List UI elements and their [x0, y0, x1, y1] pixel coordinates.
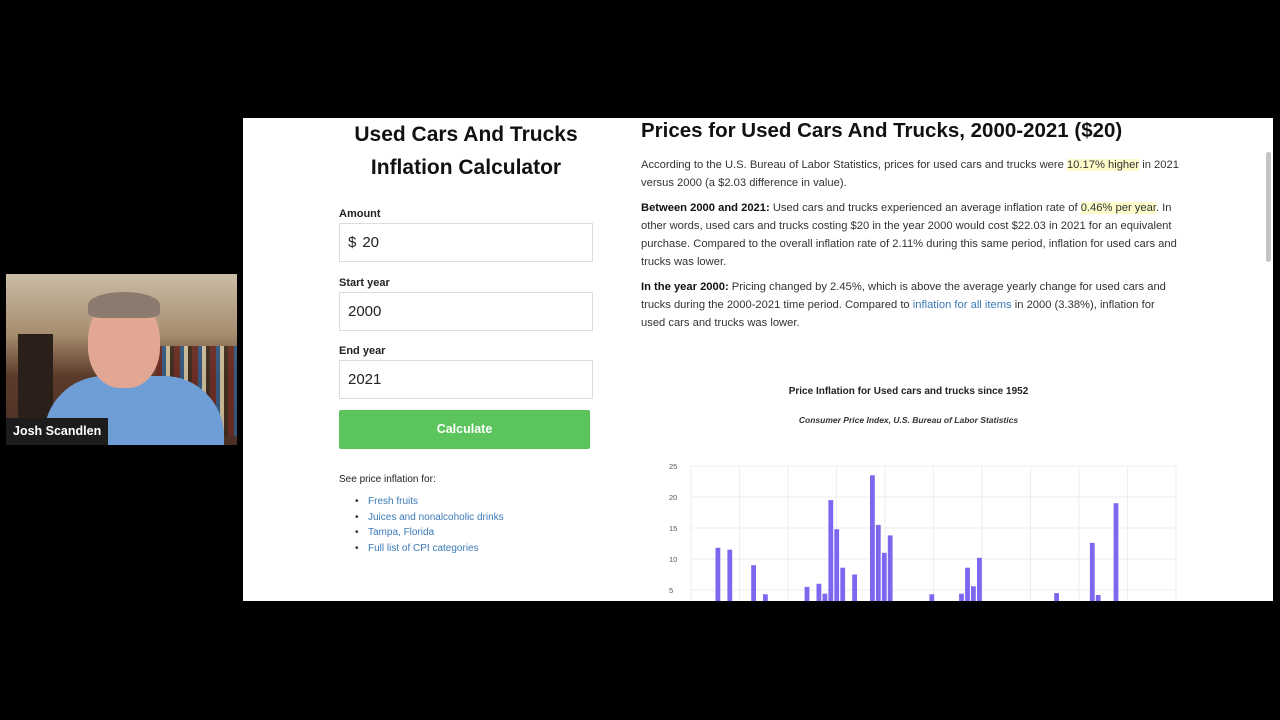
chart-bar-1975[interactable] — [840, 567, 846, 601]
article-title: Prices for Used Cars And Trucks, 2000-20… — [641, 119, 1123, 142]
amount-value: 20 — [362, 234, 380, 251]
chart-subtitle: Consumer Price Index, U.S. Bureau of Lab… — [798, 415, 1019, 425]
between-heading: Between 2000 and 2021: — [641, 202, 770, 215]
presenter-hair — [88, 292, 160, 318]
year-heading: In the year 2000: — [641, 281, 729, 294]
start-year-input[interactable]: 2000 — [339, 292, 593, 331]
summary-text-a: According to the U.S. Bureau of Labor St… — [641, 159, 1067, 171]
participant-name-tag: Josh Scandlen — [6, 418, 109, 445]
between-text-a: Used cars and trucks experienced an aver… — [769, 202, 1081, 215]
paragraph-between: Between 2000 and 2021: Used cars and tru… — [641, 200, 1181, 271]
link-all-items[interactable]: inflation for all items — [913, 299, 1012, 311]
calculate-button[interactable]: Calculate — [339, 410, 590, 449]
chart-bar-1982[interactable] — [881, 552, 887, 601]
link-tampa[interactable]: Tampa, Florida — [355, 525, 593, 541]
link-cpi-categories[interactable]: Full list of CPI categories — [355, 541, 593, 557]
chart-bar-1981[interactable] — [875, 524, 881, 601]
calculator-title-line1: Used Cars And Trucks — [354, 123, 578, 146]
link-fresh-fruits[interactable]: Fresh fruits — [355, 494, 593, 510]
chart-bar-1977[interactable] — [852, 574, 857, 602]
paragraph-summary: According to the U.S. Bureau of Labor St… — [641, 157, 1181, 192]
dollar-prefix: $ — [348, 234, 357, 251]
paragraph-year: In the year 2000: Pricing changed by 2.4… — [641, 279, 1181, 332]
start-year-value: 2000 — [348, 303, 382, 320]
chart-y-tick-label: 5 — [669, 586, 673, 595]
inflation-calculator: Used Cars And Trucks Inflation Calculato… — [339, 118, 593, 556]
chart-bar-2021[interactable] — [1113, 503, 1119, 601]
chart-y-tick-label: 25 — [669, 462, 677, 471]
chart-bar-1954[interactable] — [715, 547, 721, 601]
chart-bar-1980[interactable] — [870, 475, 875, 601]
chart-bar-1996[interactable] — [965, 567, 970, 601]
amount-label: Amount — [339, 208, 381, 220]
screen: Used Cars And Trucks Inflation Calculato… — [0, 0, 1280, 720]
calculator-title-line2: Inflation Calculator — [370, 156, 562, 179]
see-inflation-label: See price inflation for: — [339, 474, 436, 485]
inflation-chart: 25 20 15 10 5 Price Inflation for Used cars … — [641, 358, 1181, 601]
start-year-label: Start year — [339, 277, 390, 289]
chart-bar-1972[interactable] — [822, 593, 828, 601]
end-year-input[interactable]: 2021 — [339, 360, 593, 399]
chart-title: Price Inflation for Used cars and trucks… — [788, 386, 1029, 397]
chart-bar-2018[interactable] — [1095, 595, 1101, 601]
chart-bar-1974[interactable] — [834, 529, 840, 601]
link-juices[interactable]: Juices and nonalcoholic drinks — [355, 510, 593, 526]
chart-bar-1998[interactable] — [977, 557, 982, 601]
chart-bar-1962[interactable] — [763, 594, 768, 601]
chart-bar-1990[interactable] — [929, 594, 935, 601]
chart-bar-1973[interactable] — [828, 500, 834, 601]
end-year-value: 2021 — [348, 371, 382, 388]
chart-bar-1995[interactable] — [959, 593, 964, 601]
related-links: Fresh fruits Juices and nonalcoholic dri… — [339, 494, 593, 556]
browser-page: Used Cars And Trucks Inflation Calculato… — [243, 118, 1273, 601]
chart-bar-1956[interactable] — [727, 549, 733, 601]
article: Prices for Used Cars And Trucks, 2000-20… — [641, 118, 1181, 332]
end-year-label: End year — [339, 345, 386, 357]
chart-bar-1997[interactable] — [971, 586, 976, 601]
chart-bar-1983[interactable] — [887, 535, 893, 601]
calculator-title: Used Cars And Trucks Inflation Calculato… — [339, 118, 593, 184]
highlight-percent-higher: 10.17% higher — [1066, 159, 1140, 171]
page-scrollbar[interactable] — [1266, 152, 1271, 262]
highlight-per-year: 0.46% per year — [1080, 202, 1156, 215]
chart-bar-1969[interactable] — [804, 586, 810, 601]
chart-y-tick-label: 20 — [669, 493, 677, 502]
amount-input[interactable]: $ 20 — [339, 223, 593, 262]
chart-y-tick-label: 15 — [669, 524, 677, 533]
chart-y-tick-label: 10 — [669, 555, 677, 564]
chart-bar-1960[interactable] — [751, 565, 756, 601]
chart-bar-2011[interactable] — [1054, 593, 1059, 601]
chart-bar-1971[interactable] — [816, 583, 822, 601]
chart-bar-2017[interactable] — [1089, 542, 1095, 601]
